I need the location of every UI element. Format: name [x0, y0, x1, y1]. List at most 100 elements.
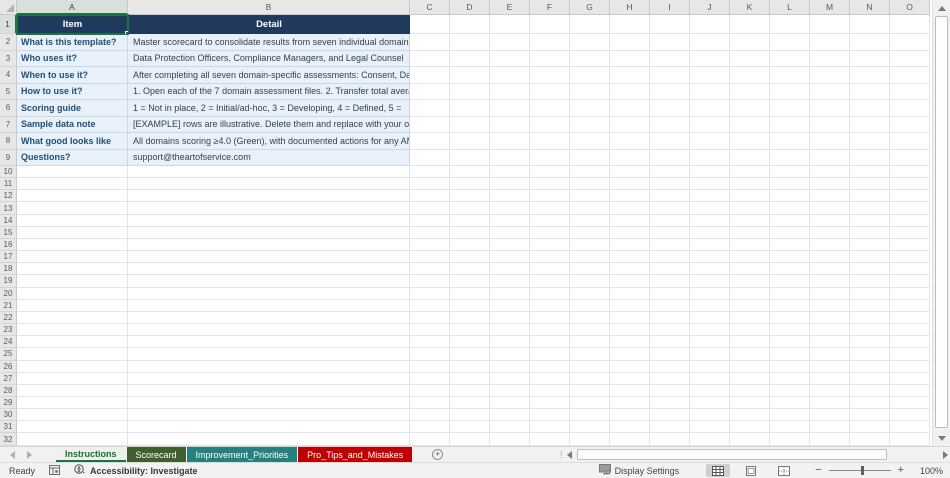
prev-sheet-button[interactable]: [10, 451, 15, 459]
cell-J27[interactable]: [690, 373, 730, 385]
cell-I17[interactable]: [650, 251, 690, 263]
cell-O30[interactable]: [890, 409, 930, 421]
cell-K2[interactable]: [730, 34, 770, 51]
column-header-A[interactable]: A: [17, 0, 128, 15]
cell-F27[interactable]: [530, 373, 570, 385]
cell-K17[interactable]: [730, 251, 770, 263]
vertical-scrollbar[interactable]: [932, 0, 950, 446]
cell-O2[interactable]: [890, 34, 930, 51]
cell-J18[interactable]: [690, 263, 730, 275]
cell-F22[interactable]: [530, 312, 570, 324]
cell-A27[interactable]: [17, 373, 128, 385]
row-header-29[interactable]: 29: [0, 397, 17, 409]
cell-F19[interactable]: [530, 275, 570, 287]
cell-E9[interactable]: [490, 150, 530, 167]
cell-C10[interactable]: [410, 166, 450, 178]
cell-B15[interactable]: [128, 227, 410, 239]
cell-D21[interactable]: [450, 300, 490, 312]
cell-B14[interactable]: [128, 215, 410, 227]
cell-J2[interactable]: [690, 34, 730, 51]
cell-B6[interactable]: 1 = Not in place, 2 = Initial/ad-hoc, 3 …: [128, 100, 410, 117]
cell-N31[interactable]: [850, 421, 890, 433]
cell-C7[interactable]: [410, 117, 450, 134]
cell-D19[interactable]: [450, 275, 490, 287]
cell-H10[interactable]: [610, 166, 650, 178]
cell-N18[interactable]: [850, 263, 890, 275]
cell-E15[interactable]: [490, 227, 530, 239]
column-header-K[interactable]: K: [730, 0, 770, 15]
cell-O11[interactable]: [890, 178, 930, 190]
cell-N11[interactable]: [850, 178, 890, 190]
cell-D16[interactable]: [450, 239, 490, 251]
column-header-N[interactable]: N: [850, 0, 890, 15]
cell-F28[interactable]: [530, 385, 570, 397]
cell-D8[interactable]: [450, 133, 490, 150]
column-header-I[interactable]: I: [650, 0, 690, 15]
row-header-16[interactable]: 16: [0, 239, 17, 251]
cell-N21[interactable]: [850, 300, 890, 312]
cell-D26[interactable]: [450, 361, 490, 373]
cell-K11[interactable]: [730, 178, 770, 190]
cell-H23[interactable]: [610, 324, 650, 336]
cell-N19[interactable]: [850, 275, 890, 287]
cell-N8[interactable]: [850, 133, 890, 150]
cell-A21[interactable]: [17, 300, 128, 312]
cell-N4[interactable]: [850, 67, 890, 84]
cell-F5[interactable]: [530, 84, 570, 101]
cell-I32[interactable]: [650, 433, 690, 445]
cell-M21[interactable]: [810, 300, 850, 312]
cell-O5[interactable]: [890, 84, 930, 101]
row-header-32[interactable]: 32: [0, 433, 17, 445]
cell-G28[interactable]: [570, 385, 610, 397]
cell-J10[interactable]: [690, 166, 730, 178]
cell-I11[interactable]: [650, 178, 690, 190]
cell-K12[interactable]: [730, 190, 770, 202]
cell-D23[interactable]: [450, 324, 490, 336]
cell-I9[interactable]: [650, 150, 690, 167]
row-header-19[interactable]: 19: [0, 275, 17, 287]
cell-I25[interactable]: [650, 348, 690, 360]
cell-E30[interactable]: [490, 409, 530, 421]
column-header-E[interactable]: E: [490, 0, 530, 15]
cell-I27[interactable]: [650, 373, 690, 385]
cell-N30[interactable]: [850, 409, 890, 421]
cell-A22[interactable]: [17, 312, 128, 324]
cell-A26[interactable]: [17, 361, 128, 373]
cell-O28[interactable]: [890, 385, 930, 397]
cell-D22[interactable]: [450, 312, 490, 324]
cell-L32[interactable]: [770, 433, 810, 445]
cell-M25[interactable]: [810, 348, 850, 360]
row-header-14[interactable]: 14: [0, 215, 17, 227]
horizontal-scrollbar[interactable]: ⁞: [560, 448, 948, 461]
cell-B31[interactable]: [128, 421, 410, 433]
cell-E27[interactable]: [490, 373, 530, 385]
cell-I19[interactable]: [650, 275, 690, 287]
cell-F26[interactable]: [530, 361, 570, 373]
cell-E3[interactable]: [490, 51, 530, 68]
cell-M15[interactable]: [810, 227, 850, 239]
cell-N27[interactable]: [850, 373, 890, 385]
cell-C3[interactable]: [410, 51, 450, 68]
cell-A30[interactable]: [17, 409, 128, 421]
cell-O17[interactable]: [890, 251, 930, 263]
cell-F31[interactable]: [530, 421, 570, 433]
cell-M12[interactable]: [810, 190, 850, 202]
cell-H25[interactable]: [610, 348, 650, 360]
cell-E24[interactable]: [490, 336, 530, 348]
cell-C1[interactable]: [410, 15, 450, 34]
cell-F13[interactable]: [530, 202, 570, 214]
cell-K6[interactable]: [730, 100, 770, 117]
cell-L26[interactable]: [770, 361, 810, 373]
cell-C14[interactable]: [410, 215, 450, 227]
cell-L21[interactable]: [770, 300, 810, 312]
cell-B27[interactable]: [128, 373, 410, 385]
cell-I14[interactable]: [650, 215, 690, 227]
row-header-20[interactable]: 20: [0, 288, 17, 300]
cell-L3[interactable]: [770, 51, 810, 68]
cell-O13[interactable]: [890, 202, 930, 214]
cell-A5[interactable]: How to use it?: [17, 84, 128, 101]
cell-O21[interactable]: [890, 300, 930, 312]
cell-F17[interactable]: [530, 251, 570, 263]
cell-N17[interactable]: [850, 251, 890, 263]
cell-H31[interactable]: [610, 421, 650, 433]
